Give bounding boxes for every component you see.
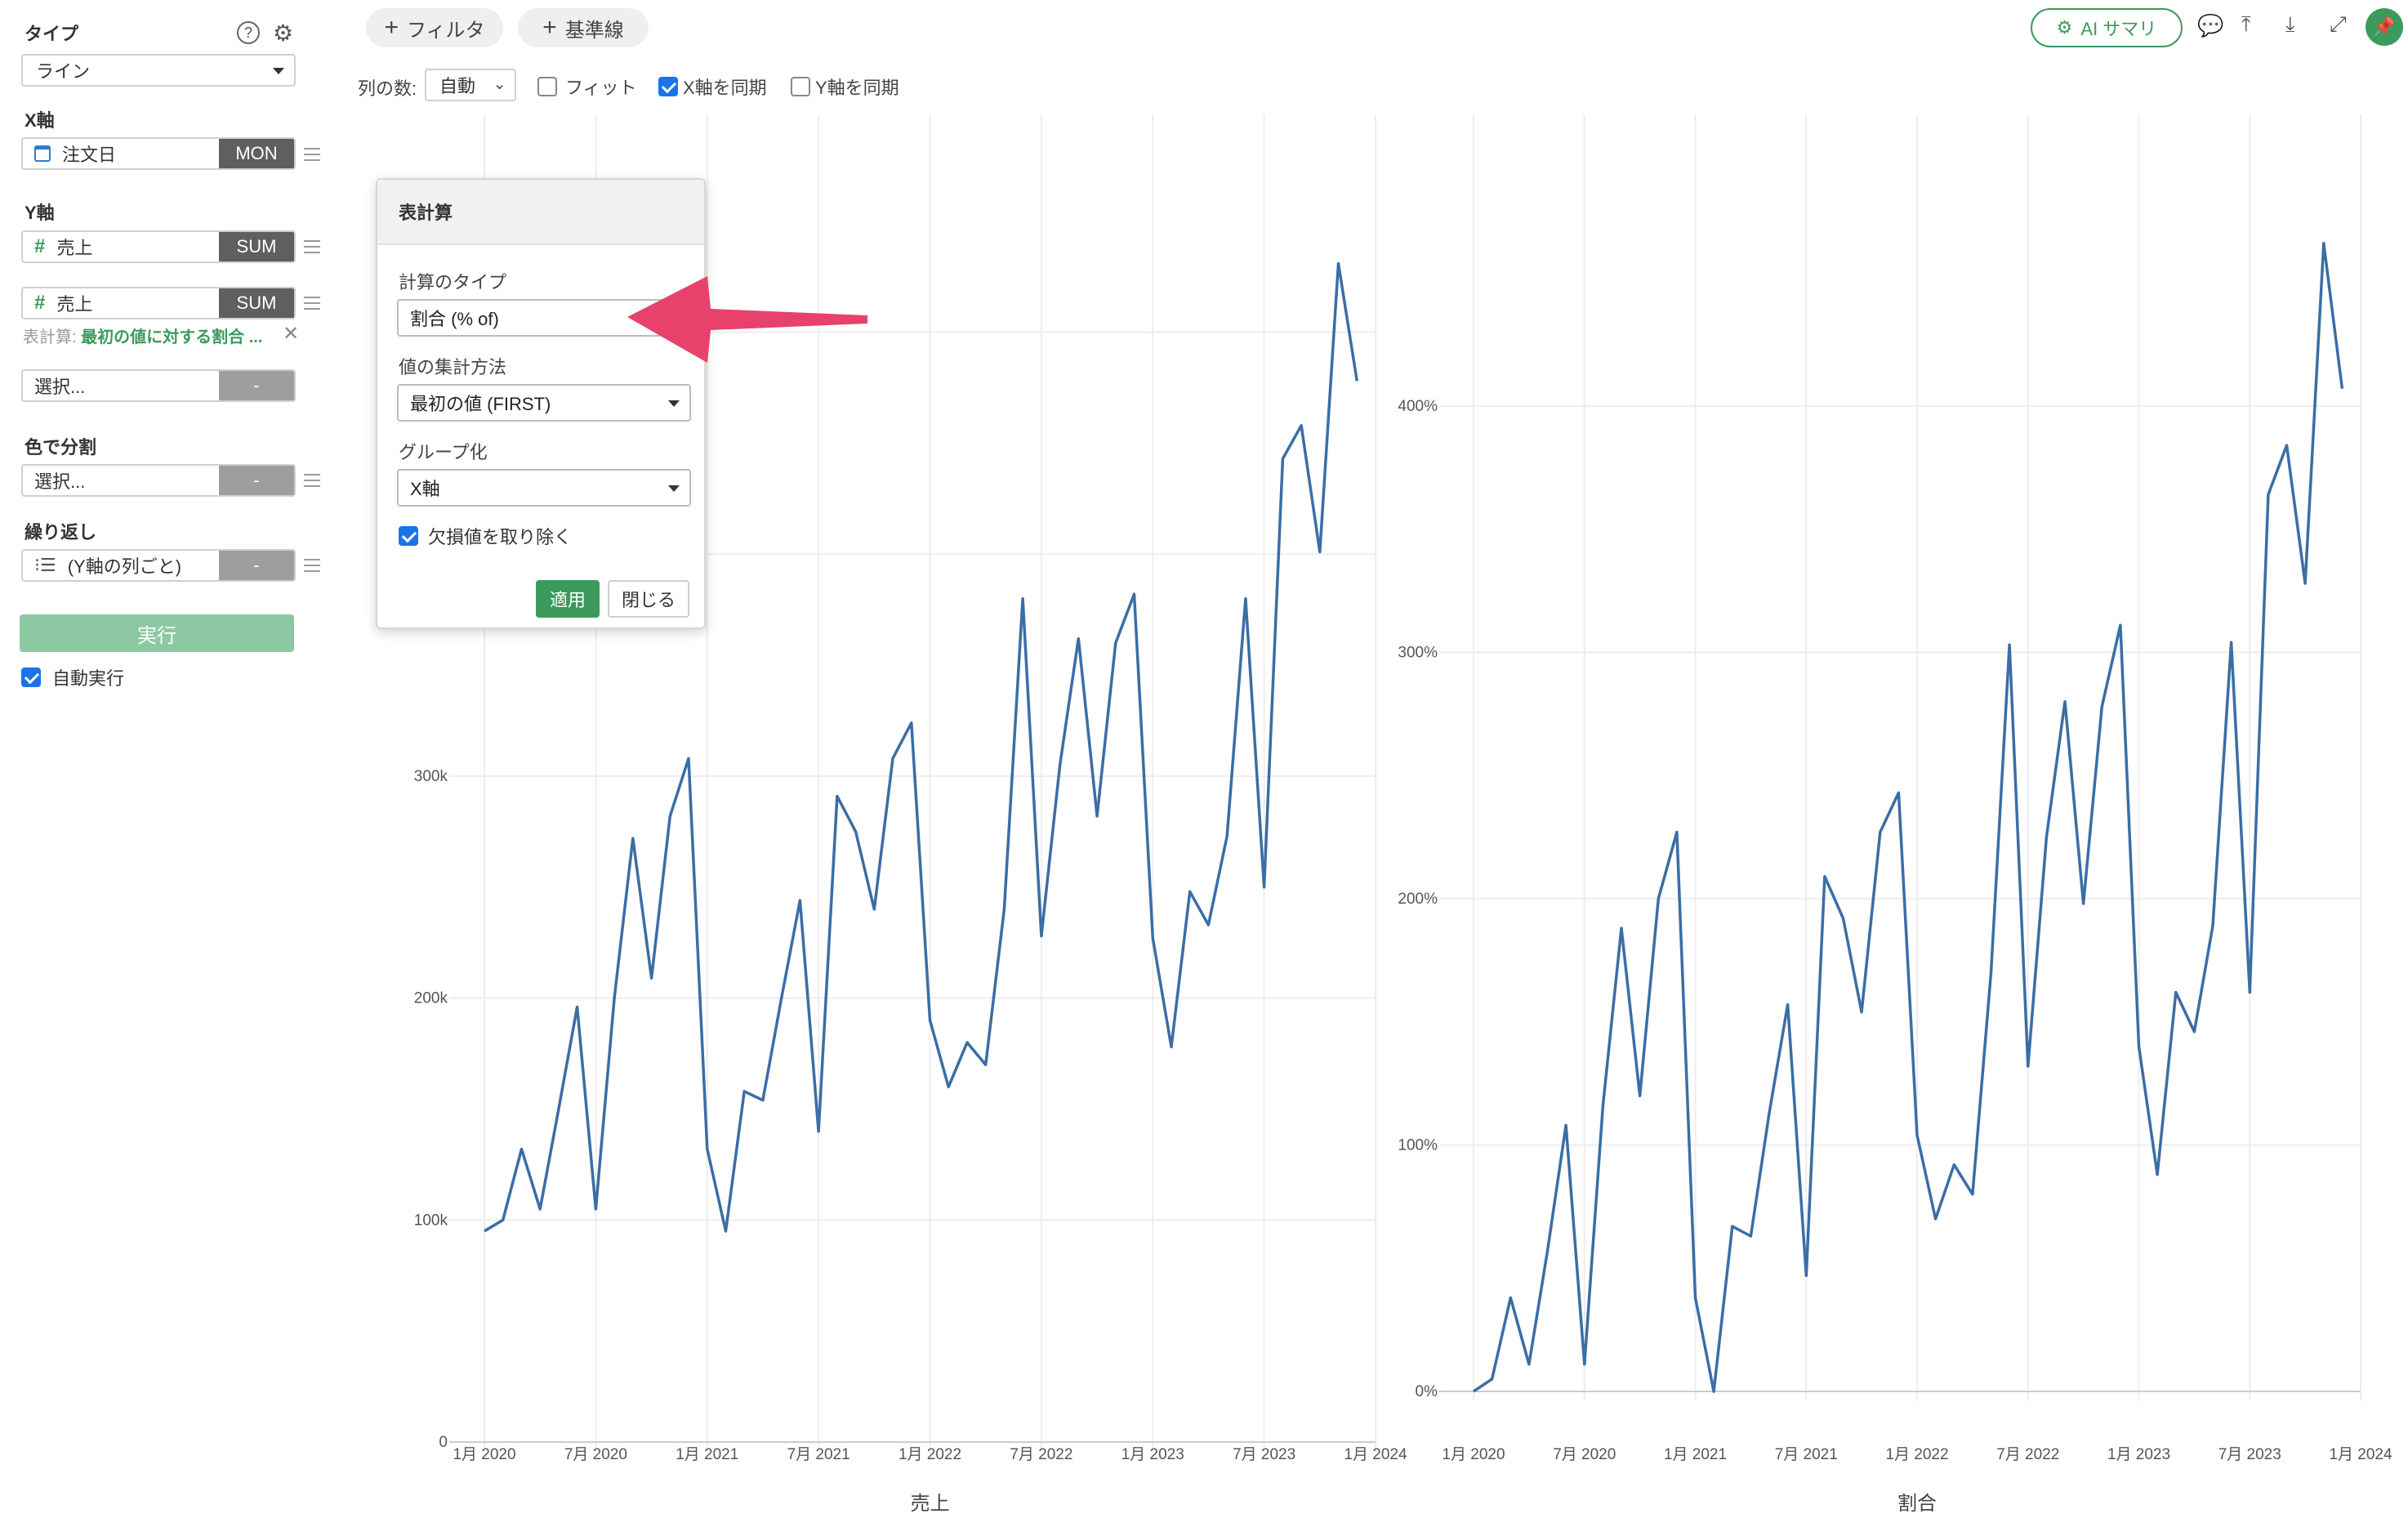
arrow-icon — [627, 276, 867, 363]
annotation-arrow — [627, 276, 867, 363]
